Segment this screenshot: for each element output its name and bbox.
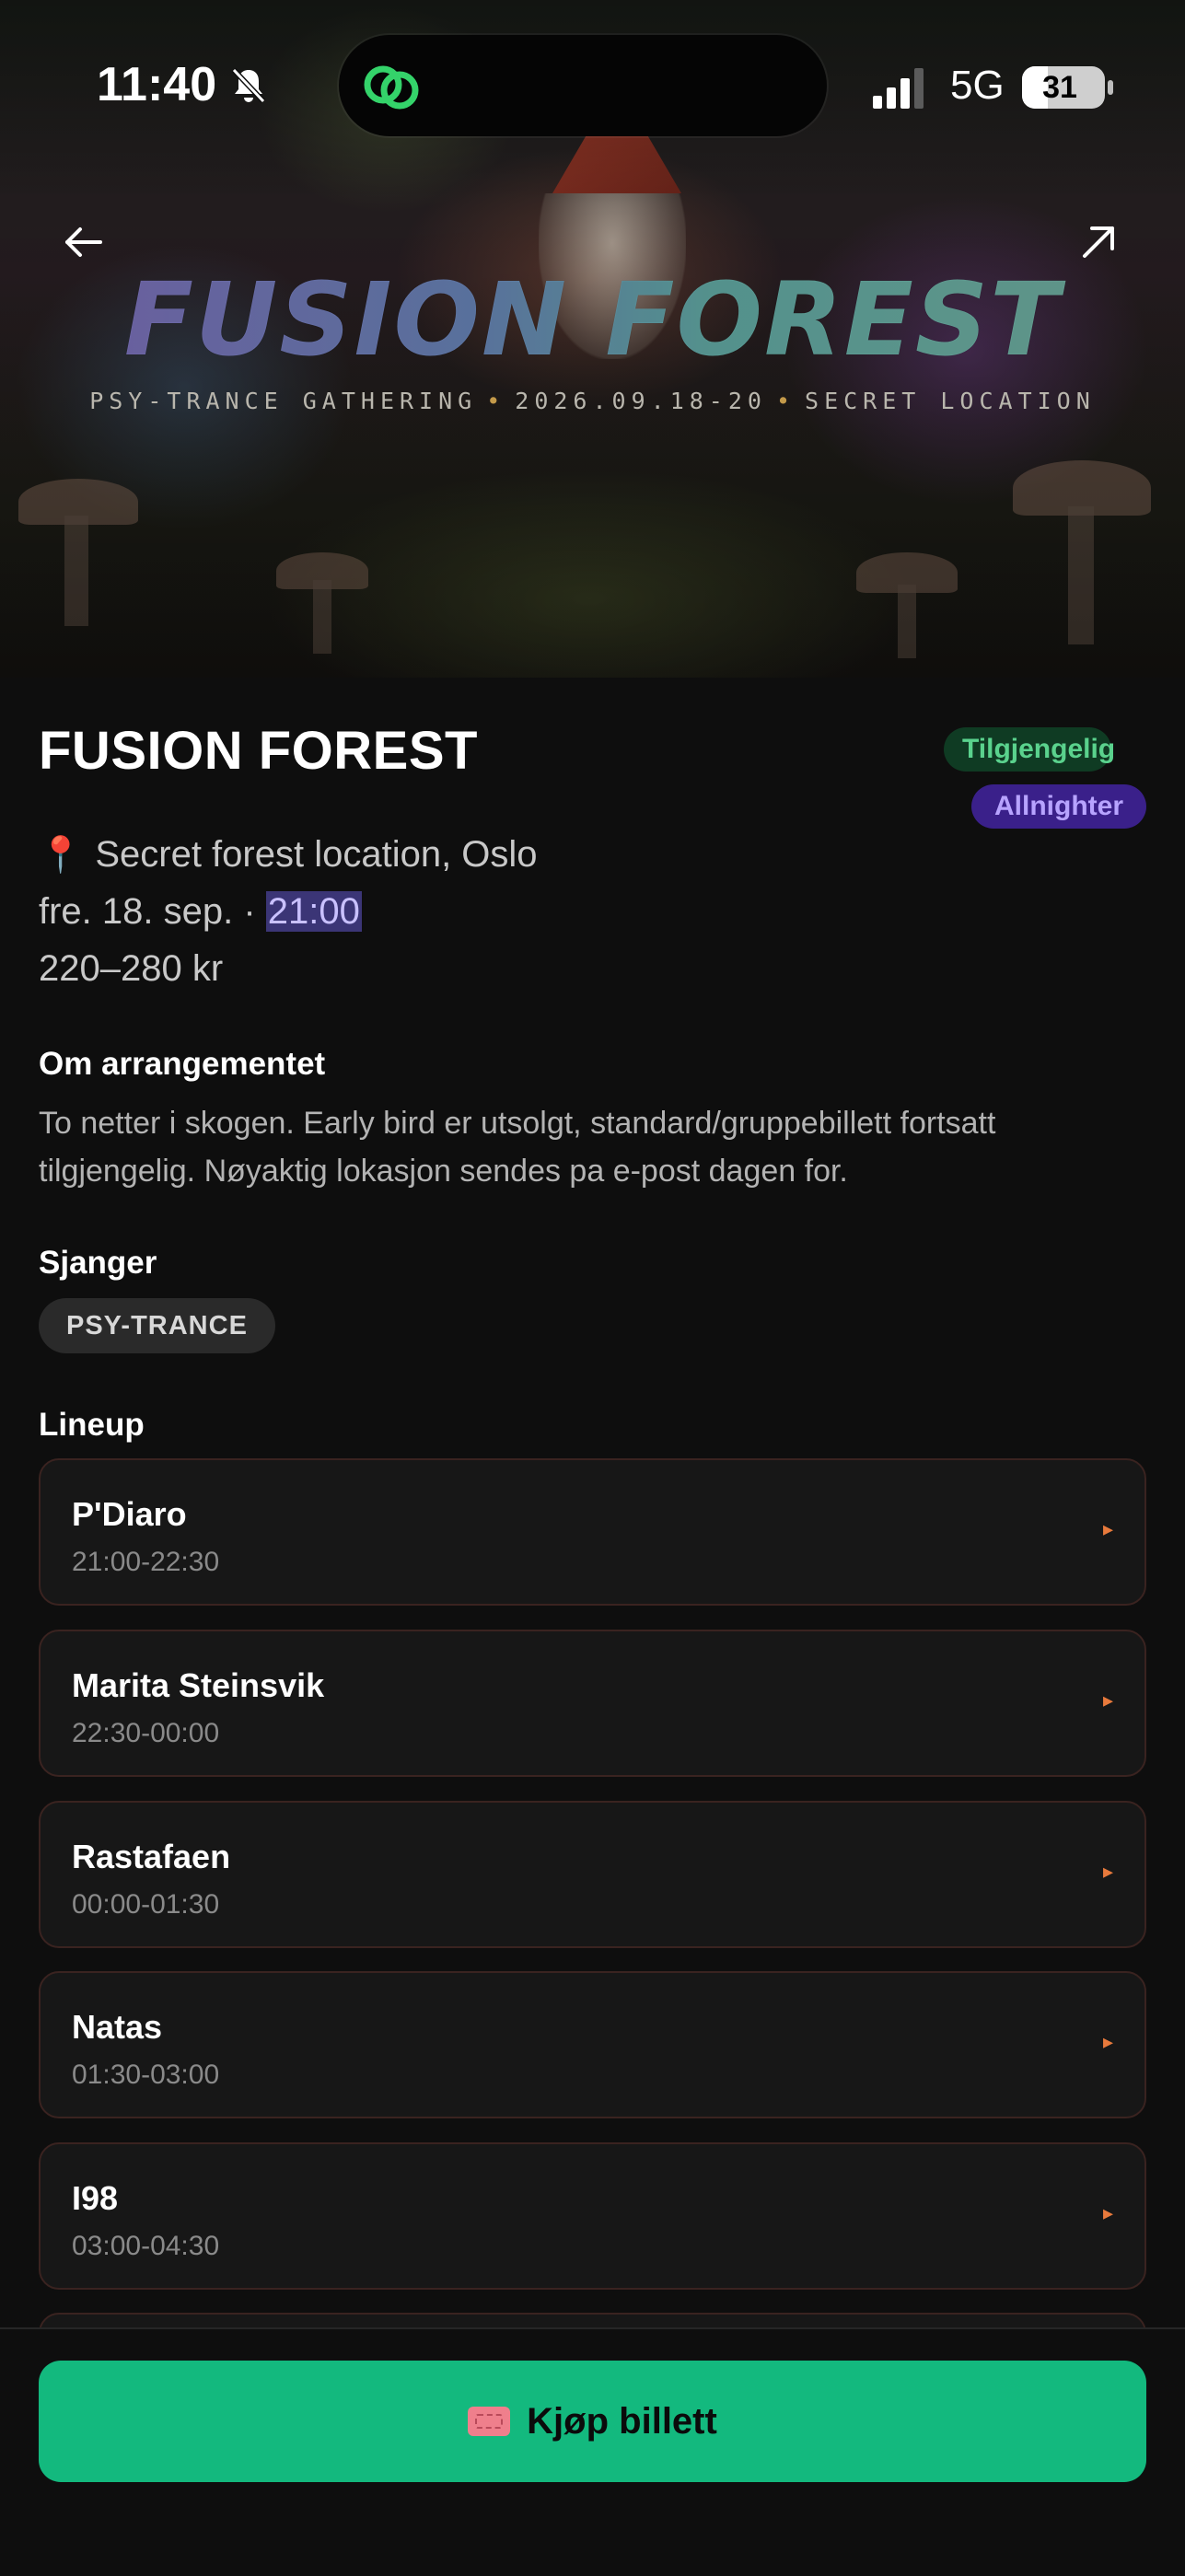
event-date: fre. 18. sep. · (39, 891, 256, 932)
genre-heading: Sjanger (39, 1245, 157, 1281)
link-rings-icon (364, 65, 419, 110)
play-arrow-icon: ▸ (1102, 1860, 1113, 1883)
play-arrow-icon: ▸ (1102, 2201, 1113, 2224)
artist-time-slot: 00:00-01:30 (72, 1889, 220, 1920)
hero-subtitle-genre: PSY-TRANCE GATHERING (89, 388, 478, 414)
artist-name: Natas (72, 2008, 163, 2046)
status-bar: 11:40 5G 31 (0, 0, 1185, 175)
lineup-item[interactable]: Natas 01:30-03:00 ▸ (39, 1971, 1146, 2118)
hero-subtitle-dates: 2026.09.18-20 (515, 388, 767, 414)
about-heading: Om arrangementet (39, 1046, 326, 1082)
event-price: 220–280 kr (39, 948, 224, 989)
hero-title: FUSION FOREST (0, 260, 1185, 379)
artist-name: P'Diaro (72, 1495, 187, 1533)
availability-badge: Tilgjengelig (944, 727, 1115, 772)
play-arrow-icon: ▸ (1102, 2030, 1113, 2053)
lineup-item[interactable]: I98 03:00-04:30 ▸ (39, 2142, 1146, 2290)
event-datetime: fre. 18. sep. · 21:00 (39, 891, 362, 933)
lineup-item[interactable]: P'Diaro 21:00-22:30 ▸ (39, 1458, 1146, 1606)
open-external-icon[interactable] (1066, 210, 1131, 274)
genre-chip[interactable]: PSY-TRANCE (39, 1298, 275, 1353)
ticket-icon (468, 2407, 511, 2436)
hero-subtitle: PSY-TRANCE GATHERING • 2026.09.18-20 • SECRE… (89, 388, 1096, 414)
battery-level: 31 (1042, 70, 1077, 105)
play-arrow-icon: ▸ (1102, 1517, 1113, 1540)
bell-muted-icon (231, 67, 266, 104)
artist-name: Marita Steinsvik (72, 1666, 325, 1704)
artist-time-slot: 21:00-22:30 (72, 1547, 220, 1577)
lineup-item[interactable]: Rastafaen 00:00-01:30 ▸ (39, 1801, 1146, 1948)
event-location: 📍 Secret forest location, Oslo (39, 834, 538, 875)
allnighter-badge: Allnighter (971, 784, 1146, 829)
event-title: FUSION FOREST (39, 721, 478, 781)
artist-time-slot: 22:30-00:00 (72, 1718, 220, 1748)
signal-icon (873, 68, 924, 109)
event-start-time: 21:00 (265, 891, 362, 932)
lineup-item[interactable]: Marita Steinsvik 22:30-00:00 ▸ (39, 1630, 1146, 1777)
back-arrow-icon[interactable] (51, 210, 115, 274)
network-type: 5G (950, 63, 1005, 108)
about-text: To netter i skogen. Early bird er utsolg… (39, 1106, 996, 1189)
buy-ticket-button[interactable]: Kjøp billett (39, 2361, 1146, 2482)
artist-time-slot: 01:30-03:00 (72, 2060, 220, 2090)
artist-name: Rastafaen (72, 1838, 231, 1875)
status-time: 11:40 (97, 58, 217, 111)
play-arrow-icon: ▸ (1102, 1688, 1113, 1712)
lineup-heading: Lineup (39, 1407, 145, 1443)
artist-name: I98 (72, 2179, 119, 2217)
hero-subtitle-location: SECRET LOCATION (805, 388, 1096, 414)
artist-time-slot: 03:00-04:30 (72, 2231, 220, 2261)
buy-ticket-label: Kjøp billett (527, 2400, 717, 2442)
location-pin-icon: 📍 (39, 836, 83, 875)
